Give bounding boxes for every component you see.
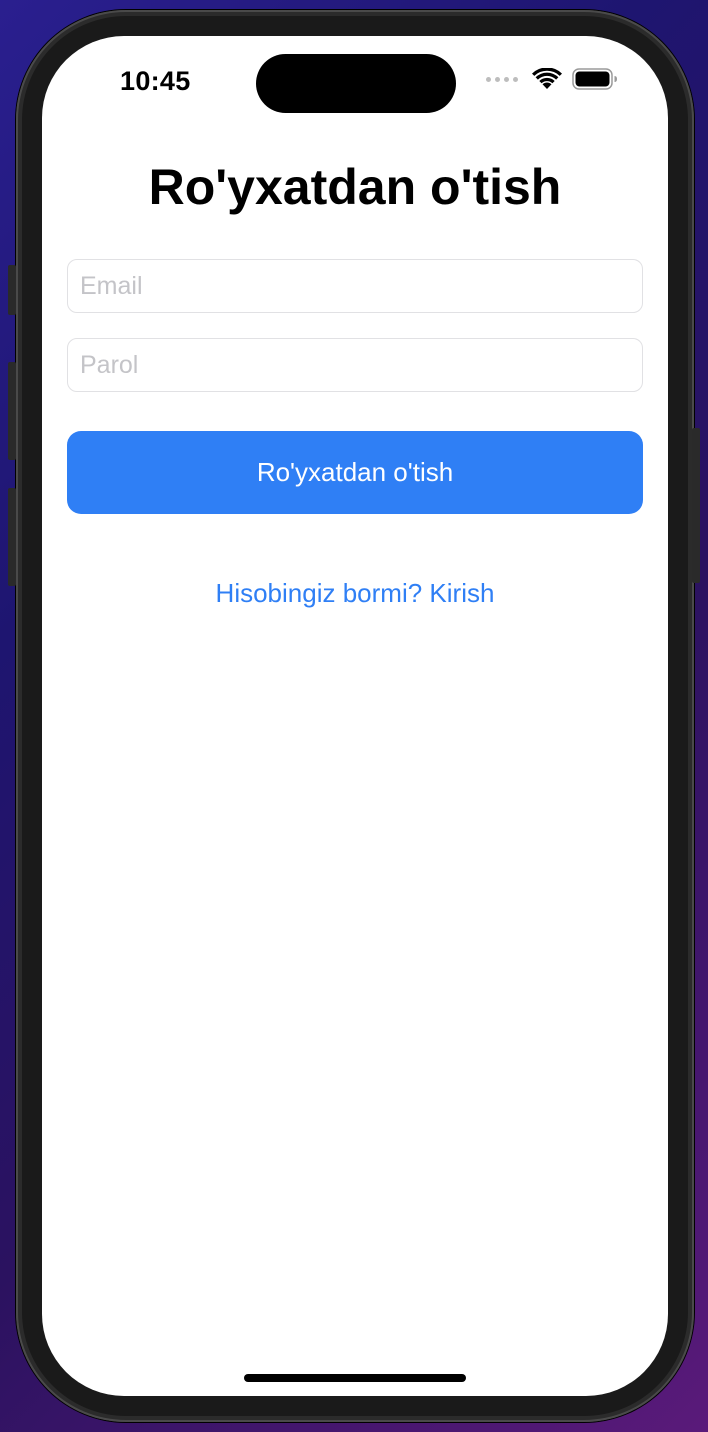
register-button[interactable]: Ro'yxatdan o'tish [67,431,643,514]
cellular-signal-icon [486,76,518,82]
email-input[interactable] [67,259,643,313]
volume-up-button [8,362,16,460]
password-input[interactable] [67,338,643,392]
screen: 10:45 Ro'yxatdan o'tish Ro'yxatdan o'tis… [42,36,668,1396]
power-button [692,428,700,583]
status-time: 10:45 [120,66,191,96]
battery-icon [572,68,617,90]
page-title: Ro'yxatdan o'tish [148,159,562,215]
status-icons [486,68,618,90]
wifi-icon [532,68,562,89]
action-button [8,265,16,315]
home-indicator[interactable] [244,1374,466,1382]
login-link[interactable]: Hisobingiz bormi? Kirish [42,578,668,609]
dynamic-island [256,54,456,113]
volume-down-button [8,488,16,586]
